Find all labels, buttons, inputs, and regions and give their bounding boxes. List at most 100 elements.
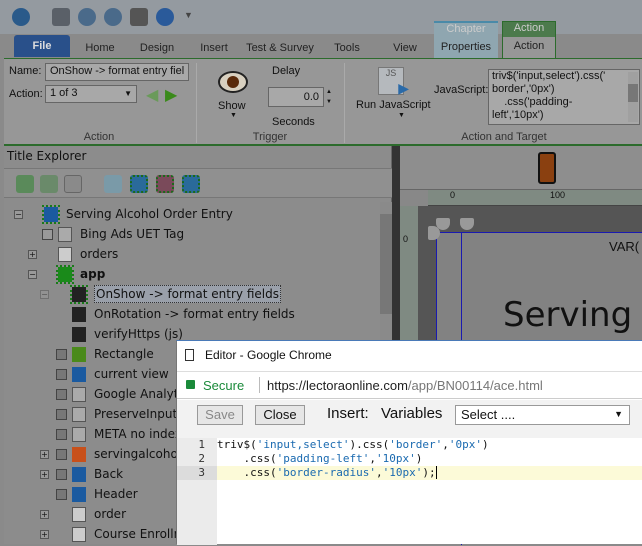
text-icon: [72, 367, 86, 382]
tab-design[interactable]: Design: [136, 38, 178, 58]
chapter-icon: [56, 265, 74, 284]
code-token: .css(: [217, 452, 277, 465]
title-explorer-header: Title Explorer: [7, 149, 87, 163]
line-number: 3: [198, 466, 205, 479]
tree-item[interactable]: − Serving Alcohol Order Entry: [4, 204, 380, 224]
redo-icon[interactable]: [104, 8, 122, 26]
visibility-checkbox[interactable]: [56, 489, 67, 500]
add-section-icon[interactable]: [40, 175, 58, 193]
page-heading[interactable]: Serving A: [503, 295, 642, 335]
tab-tools[interactable]: Tools: [330, 38, 364, 58]
visibility-checkbox[interactable]: [56, 429, 67, 440]
script-icon: [72, 427, 86, 442]
file-tab[interactable]: File: [14, 35, 70, 57]
code-line[interactable]: 2 .css('padding-left','10px'): [177, 452, 422, 466]
tab-insert[interactable]: Insert: [194, 38, 234, 58]
publish-globe-icon[interactable]: [156, 8, 174, 26]
variables-select[interactable]: Select .... ▼: [455, 405, 630, 425]
tree-item[interactable]: − OnShow -> format entry fields: [4, 284, 380, 304]
expand-icon[interactable]: +: [40, 470, 49, 479]
collapse-icon[interactable]: −: [14, 210, 23, 219]
tab-home[interactable]: Home: [80, 38, 120, 58]
collapse-icon[interactable]: −: [28, 270, 37, 279]
variables-label: Variables: [381, 405, 443, 422]
visibility-checkbox[interactable]: [56, 369, 67, 380]
run-javascript-label[interactable]: Run JavaScript: [356, 99, 431, 111]
action-context-tab[interactable]: Action Action: [502, 21, 556, 59]
delay-spinner[interactable]: ▲ ▼: [324, 87, 334, 107]
code-string: '10px': [375, 452, 416, 465]
expand-icon[interactable]: +: [40, 530, 49, 539]
code-line[interactable]: 1 triv$('input,select').css('border','0px…: [177, 438, 488, 452]
close-button[interactable]: Close: [255, 405, 305, 425]
lectora-logo-icon[interactable]: [12, 8, 30, 26]
delay-input[interactable]: 0.0: [268, 87, 324, 107]
visibility-checkbox[interactable]: [42, 229, 53, 240]
scrollbar[interactable]: [628, 72, 638, 122]
chevron-down-icon[interactable]: ▼: [230, 112, 237, 119]
swap-icon[interactable]: [156, 175, 174, 193]
tab-view[interactable]: View: [388, 38, 422, 58]
divider: [344, 63, 345, 143]
code-string: '0px': [448, 438, 482, 451]
refresh-icon[interactable]: [182, 175, 200, 193]
expand-icon[interactable]: +: [40, 510, 49, 519]
save-button[interactable]: Save: [197, 405, 243, 425]
collapse-icon[interactable]: −: [40, 290, 49, 299]
var-text[interactable]: VAR(: [609, 239, 639, 254]
action-select[interactable]: 1 of 3 ▼: [45, 85, 137, 103]
visibility-checkbox[interactable]: [56, 409, 67, 420]
secure-label: Secure: [203, 378, 245, 393]
next-action-icon[interactable]: ▶: [165, 85, 177, 105]
script-icon: [72, 387, 86, 402]
code-token: ).css(: [349, 438, 390, 451]
url[interactable]: https://lectoraonline.com/app/BN00114/ac…: [267, 378, 543, 393]
code-token: ,: [442, 438, 449, 451]
chapter-context-tab[interactable]: Chapter Properties: [434, 21, 498, 58]
action-name-input[interactable]: OnShow -> format entry fiel: [45, 63, 189, 81]
phone-device-icon[interactable]: [538, 152, 556, 184]
add-chapter-icon[interactable]: [16, 175, 34, 193]
tree-item[interactable]: + orders: [4, 244, 380, 264]
move-right-icon[interactable]: [130, 175, 148, 193]
visibility-checkbox[interactable]: [56, 449, 67, 460]
code-string: 'border-radius': [276, 466, 376, 479]
tree-item[interactable]: − app: [4, 264, 380, 284]
horizontal-ruler: 0 100: [428, 190, 642, 206]
dropdown-arrow-icon[interactable]: ▼: [184, 10, 193, 20]
move-left-icon[interactable]: [104, 175, 122, 193]
js-line: triv$('input,select').css(': [492, 70, 606, 82]
tree-item[interactable]: Bing Ads UET Tag: [4, 224, 380, 244]
chevron-down-icon: ▼: [124, 89, 132, 98]
ruler-tick-0: 0: [450, 190, 456, 200]
tree-item-label: order: [94, 507, 126, 521]
tab-test-survey[interactable]: Test & Survey: [244, 38, 316, 58]
undo-icon[interactable]: [78, 8, 96, 26]
previous-action-icon[interactable]: ◀: [146, 85, 158, 105]
show-label[interactable]: Show: [218, 100, 246, 112]
run-javascript-icon[interactable]: JS ▶: [378, 67, 409, 96]
chevron-down-icon[interactable]: ▼: [398, 112, 405, 119]
book-icon: [42, 205, 60, 224]
eye-icon[interactable]: [218, 71, 248, 93]
page-icon: [58, 247, 72, 262]
visibility-checkbox[interactable]: [56, 349, 67, 360]
vruler-tick-0: 0: [403, 234, 409, 244]
address-bar[interactable]: Secure https://lectoraonline.com/app/BN0…: [177, 371, 642, 399]
save-icon[interactable]: [52, 8, 70, 26]
tree-item[interactable]: OnRotation -> format entry fields: [4, 304, 380, 324]
tree-item-label: app: [80, 267, 106, 281]
expand-icon[interactable]: +: [28, 250, 37, 259]
print-icon[interactable]: [130, 8, 148, 26]
add-page-icon[interactable]: [64, 175, 82, 193]
tree-item-label: verifyHttps (js): [94, 327, 183, 341]
visibility-checkbox[interactable]: [56, 469, 67, 480]
code-editor[interactable]: 1 triv$('input,select').css('border','0px…: [177, 438, 642, 545]
tree-item-label: orders: [80, 247, 119, 261]
expand-icon[interactable]: +: [40, 450, 49, 459]
code-line[interactable]: 3 .css('border-radius','10px');​: [177, 466, 437, 480]
tree-item-label: Bing Ads UET Tag: [80, 227, 185, 241]
tree-item-label: OnShow -> format entry fields: [94, 285, 281, 303]
javascript-textarea[interactable]: triv$('input,select').css(' border','0px…: [488, 69, 640, 125]
visibility-checkbox[interactable]: [56, 389, 67, 400]
